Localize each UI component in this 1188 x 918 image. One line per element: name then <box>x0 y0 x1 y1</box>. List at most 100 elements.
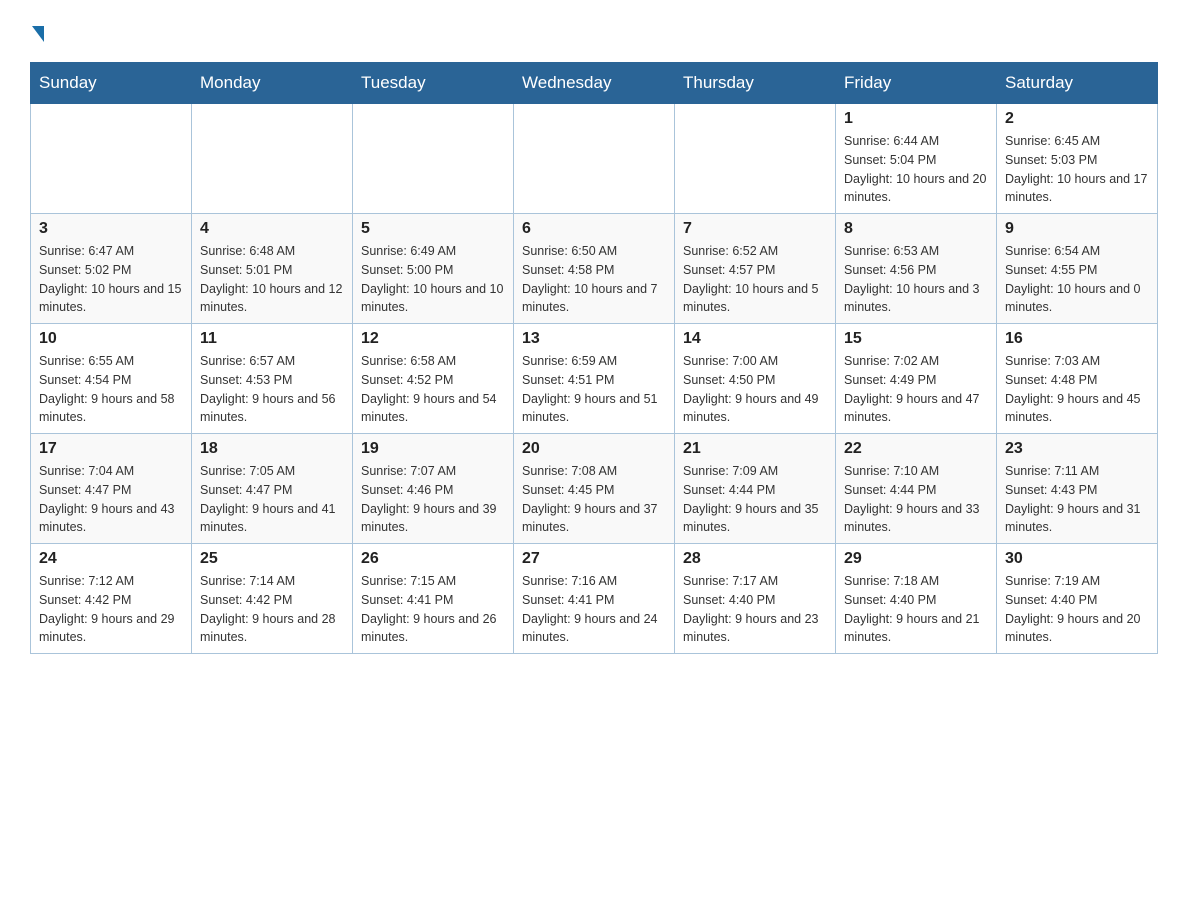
day-number: 5 <box>361 220 505 238</box>
day-number: 14 <box>683 330 827 348</box>
day-info: Sunrise: 7:02 AMSunset: 4:49 PMDaylight:… <box>844 352 988 427</box>
day-number: 6 <box>522 220 666 238</box>
calendar-cell: 15 Sunrise: 7:02 AMSunset: 4:49 PMDayligh… <box>836 324 997 434</box>
day-number: 17 <box>39 440 183 458</box>
weekday-header-sunday: Sunday <box>31 63 192 104</box>
calendar-cell: 22Sunrise: 7:10 AMSunset: 4:44 PMDayligh… <box>836 434 997 544</box>
week-row-2: 3 Sunrise: 6:47 AMSunset: 5:02 PMDaylight… <box>31 214 1158 324</box>
weekday-header-wednesday: Wednesday <box>514 63 675 104</box>
calendar-cell: 27 Sunrise: 7:16 AMSunset: 4:41 PMDayligh… <box>514 544 675 654</box>
day-info: Sunrise: 7:14 AMSunset: 4:42 PMDaylight:… <box>200 572 344 647</box>
weekday-header-saturday: Saturday <box>997 63 1158 104</box>
day-info: Sunrise: 6:49 AMSunset: 5:00 PMDaylight:… <box>361 242 505 317</box>
day-info: Sunrise: 6:47 AMSunset: 5:02 PMDaylight:… <box>39 242 183 317</box>
calendar-table: SundayMondayTuesdayWednesdayThursdayFrid… <box>30 62 1158 654</box>
day-number: 4 <box>200 220 344 238</box>
day-number: 11 <box>200 330 344 348</box>
calendar-cell: 9 Sunrise: 6:54 AMSunset: 4:55 PMDaylight… <box>997 214 1158 324</box>
day-info: Sunrise: 7:17 AMSunset: 4:40 PMDaylight:… <box>683 572 827 647</box>
day-number: 1 <box>844 110 988 128</box>
calendar-cell: 3 Sunrise: 6:47 AMSunset: 5:02 PMDaylight… <box>31 214 192 324</box>
day-info: Sunrise: 7:08 AMSunset: 4:45 PMDaylight:… <box>522 462 666 537</box>
week-row-1: 1 Sunrise: 6:44 AMSunset: 5:04 PMDaylight… <box>31 104 1158 214</box>
day-number: 9 <box>1005 220 1149 238</box>
weekday-header-tuesday: Tuesday <box>353 63 514 104</box>
day-number: 28 <box>683 550 827 568</box>
day-info: Sunrise: 6:59 AMSunset: 4:51 PMDaylight:… <box>522 352 666 427</box>
day-info: Sunrise: 7:04 AMSunset: 4:47 PMDaylight:… <box>39 462 183 537</box>
day-info: Sunrise: 6:44 AMSunset: 5:04 PMDaylight:… <box>844 132 988 207</box>
day-info: Sunrise: 6:48 AMSunset: 5:01 PMDaylight:… <box>200 242 344 317</box>
logo-arrow-icon <box>32 26 44 42</box>
page-header <box>30 20 1158 42</box>
day-info: Sunrise: 7:19 AMSunset: 4:40 PMDaylight:… <box>1005 572 1149 647</box>
calendar-cell: 5 Sunrise: 6:49 AMSunset: 5:00 PMDaylight… <box>353 214 514 324</box>
day-info: Sunrise: 6:58 AMSunset: 4:52 PMDaylight:… <box>361 352 505 427</box>
calendar-cell: 29 Sunrise: 7:18 AMSunset: 4:40 PMDayligh… <box>836 544 997 654</box>
day-info: Sunrise: 6:57 AMSunset: 4:53 PMDaylight:… <box>200 352 344 427</box>
day-info: Sunrise: 6:50 AMSunset: 4:58 PMDaylight:… <box>522 242 666 317</box>
calendar-cell <box>353 104 514 214</box>
calendar-cell: 16 Sunrise: 7:03 AMSunset: 4:48 PMDayligh… <box>997 324 1158 434</box>
calendar-cell: 26 Sunrise: 7:15 AMSunset: 4:41 PMDayligh… <box>353 544 514 654</box>
calendar-cell: 2 Sunrise: 6:45 AMSunset: 5:03 PMDaylight… <box>997 104 1158 214</box>
calendar-cell <box>31 104 192 214</box>
calendar-cell: 17 Sunrise: 7:04 AMSunset: 4:47 PMDayligh… <box>31 434 192 544</box>
day-info: Sunrise: 7:16 AMSunset: 4:41 PMDaylight:… <box>522 572 666 647</box>
day-info: Sunrise: 6:55 AMSunset: 4:54 PMDaylight:… <box>39 352 183 427</box>
day-info: Sunrise: 7:05 AMSunset: 4:47 PMDaylight:… <box>200 462 344 537</box>
day-number: 15 <box>844 330 988 348</box>
calendar-cell <box>514 104 675 214</box>
calendar-cell: 24 Sunrise: 7:12 AMSunset: 4:42 PMDayligh… <box>31 544 192 654</box>
day-number: 21 <box>683 440 827 458</box>
day-number: 29 <box>844 550 988 568</box>
calendar-cell: 6 Sunrise: 6:50 AMSunset: 4:58 PMDaylight… <box>514 214 675 324</box>
calendar-cell: 12 Sunrise: 6:58 AMSunset: 4:52 PMDayligh… <box>353 324 514 434</box>
calendar-cell: 23Sunrise: 7:11 AMSunset: 4:43 PMDayligh… <box>997 434 1158 544</box>
calendar-cell: 30Sunrise: 7:19 AMSunset: 4:40 PMDayligh… <box>997 544 1158 654</box>
day-number: 24 <box>39 550 183 568</box>
day-number: 27 <box>522 550 666 568</box>
calendar-cell: 11 Sunrise: 6:57 AMSunset: 4:53 PMDayligh… <box>192 324 353 434</box>
calendar-cell: 14 Sunrise: 7:00 AMSunset: 4:50 PMDayligh… <box>675 324 836 434</box>
day-number: 3 <box>39 220 183 238</box>
day-info: Sunrise: 6:54 AMSunset: 4:55 PMDaylight:… <box>1005 242 1149 317</box>
calendar-cell: 8 Sunrise: 6:53 AMSunset: 4:56 PMDaylight… <box>836 214 997 324</box>
day-info: Sunrise: 6:53 AMSunset: 4:56 PMDaylight:… <box>844 242 988 317</box>
calendar-cell: 1 Sunrise: 6:44 AMSunset: 5:04 PMDaylight… <box>836 104 997 214</box>
day-number: 19 <box>361 440 505 458</box>
day-info: Sunrise: 7:18 AMSunset: 4:40 PMDaylight:… <box>844 572 988 647</box>
day-info: Sunrise: 6:52 AMSunset: 4:57 PMDaylight:… <box>683 242 827 317</box>
calendar-cell: 13 Sunrise: 6:59 AMSunset: 4:51 PMDayligh… <box>514 324 675 434</box>
week-row-4: 17 Sunrise: 7:04 AMSunset: 4:47 PMDayligh… <box>31 434 1158 544</box>
day-info: Sunrise: 7:09 AMSunset: 4:44 PMDaylight:… <box>683 462 827 537</box>
calendar-cell: 18Sunrise: 7:05 AMSunset: 4:47 PMDayligh… <box>192 434 353 544</box>
day-info: Sunrise: 7:03 AMSunset: 4:48 PMDaylight:… <box>1005 352 1149 427</box>
calendar-cell: 10Sunrise: 6:55 AMSunset: 4:54 PMDayligh… <box>31 324 192 434</box>
calendar-cell: 25 Sunrise: 7:14 AMSunset: 4:42 PMDayligh… <box>192 544 353 654</box>
logo <box>30 20 44 42</box>
day-number: 20 <box>522 440 666 458</box>
day-info: Sunrise: 7:12 AMSunset: 4:42 PMDaylight:… <box>39 572 183 647</box>
day-info: Sunrise: 6:45 AMSunset: 5:03 PMDaylight:… <box>1005 132 1149 207</box>
weekday-header-friday: Friday <box>836 63 997 104</box>
week-row-5: 24 Sunrise: 7:12 AMSunset: 4:42 PMDayligh… <box>31 544 1158 654</box>
day-number: 8 <box>844 220 988 238</box>
calendar-cell: 28 Sunrise: 7:17 AMSunset: 4:40 PMDayligh… <box>675 544 836 654</box>
day-number: 12 <box>361 330 505 348</box>
weekday-header-row: SundayMondayTuesdayWednesdayThursdayFrid… <box>31 63 1158 104</box>
day-number: 23 <box>1005 440 1149 458</box>
weekday-header-thursday: Thursday <box>675 63 836 104</box>
day-number: 22 <box>844 440 988 458</box>
day-number: 16 <box>1005 330 1149 348</box>
day-info: Sunrise: 7:00 AMSunset: 4:50 PMDaylight:… <box>683 352 827 427</box>
day-number: 25 <box>200 550 344 568</box>
day-number: 26 <box>361 550 505 568</box>
calendar-cell: 21 Sunrise: 7:09 AMSunset: 4:44 PMDayligh… <box>675 434 836 544</box>
day-number: 7 <box>683 220 827 238</box>
day-number: 2 <box>1005 110 1149 128</box>
day-info: Sunrise: 7:07 AMSunset: 4:46 PMDaylight:… <box>361 462 505 537</box>
day-info: Sunrise: 7:15 AMSunset: 4:41 PMDaylight:… <box>361 572 505 647</box>
day-number: 13 <box>522 330 666 348</box>
week-row-3: 10Sunrise: 6:55 AMSunset: 4:54 PMDayligh… <box>31 324 1158 434</box>
